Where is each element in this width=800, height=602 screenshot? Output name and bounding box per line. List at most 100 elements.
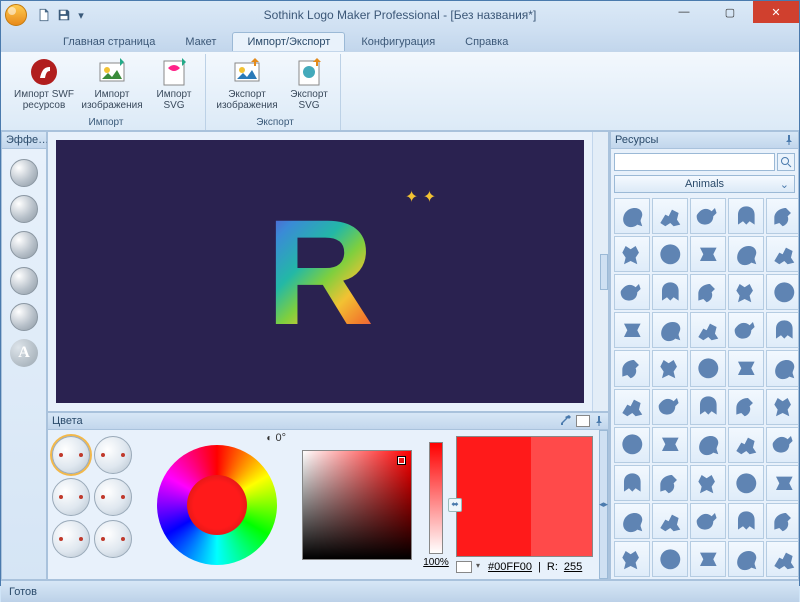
resource-item[interactable] — [728, 465, 764, 501]
color-dial-5[interactable] — [52, 520, 90, 558]
qat-dropdown-icon[interactable]: ▾ — [75, 6, 87, 24]
resource-item[interactable] — [652, 274, 688, 310]
resources-category-select[interactable]: Animals — [614, 175, 795, 193]
tab-home[interactable]: Главная страница — [49, 33, 169, 51]
resource-item[interactable] — [614, 465, 650, 501]
resource-item[interactable] — [766, 465, 798, 501]
color-dial-2[interactable] — [94, 436, 132, 474]
resource-item[interactable] — [652, 312, 688, 348]
resource-item[interactable] — [728, 236, 764, 272]
resource-item[interactable] — [766, 503, 798, 539]
save-icon[interactable] — [55, 6, 73, 24]
import-swf-button[interactable]: Импорт SWF ресурсов — [11, 54, 77, 116]
resource-item[interactable] — [614, 198, 650, 234]
saturation-value-box[interactable] — [302, 450, 412, 560]
resource-item[interactable] — [728, 503, 764, 539]
resource-item[interactable] — [652, 427, 688, 463]
pin-icon[interactable] — [784, 135, 794, 145]
resources-search-input[interactable] — [614, 153, 775, 171]
resource-item[interactable] — [614, 427, 650, 463]
canvas-collapse-handle[interactable] — [600, 254, 608, 290]
eyedropper-icon[interactable] — [558, 414, 572, 428]
resource-item[interactable] — [728, 541, 764, 577]
resource-item[interactable] — [614, 389, 650, 425]
effect-preset-3[interactable] — [10, 231, 38, 259]
new-file-icon[interactable] — [35, 6, 53, 24]
resource-item[interactable] — [690, 236, 726, 272]
import-image-button[interactable]: Импорт изображения — [79, 54, 145, 116]
colors-panel-header[interactable]: Цвета — [47, 412, 609, 430]
color-dial-1[interactable] — [52, 436, 90, 474]
link-colors-icon[interactable]: ⬌ — [448, 498, 462, 512]
current-color-chip[interactable] — [576, 415, 590, 427]
close-button[interactable]: ✕ — [753, 1, 799, 23]
effect-preset-5[interactable] — [10, 303, 38, 331]
tab-help[interactable]: Справка — [451, 33, 522, 51]
resource-item[interactable] — [766, 389, 798, 425]
resource-item[interactable] — [690, 541, 726, 577]
angle-indicator[interactable]: ◐ 0° — [266, 432, 286, 444]
resource-item[interactable] — [690, 503, 726, 539]
color-dial-3[interactable] — [52, 478, 90, 516]
resource-item[interactable] — [690, 350, 726, 386]
resource-item[interactable] — [652, 389, 688, 425]
resource-item[interactable] — [614, 236, 650, 272]
resource-item[interactable] — [728, 274, 764, 310]
resource-item[interactable] — [690, 465, 726, 501]
resource-item[interactable] — [614, 274, 650, 310]
opacity-value[interactable]: 100% — [423, 557, 449, 568]
tab-layout[interactable]: Макет — [171, 33, 230, 51]
export-svg-button[interactable]: Экспорт SVG — [282, 54, 336, 116]
opacity-slider[interactable] — [429, 442, 443, 554]
resource-item[interactable] — [690, 274, 726, 310]
effects-panel-header[interactable]: Эффе… — [1, 131, 47, 149]
resource-item[interactable] — [766, 312, 798, 348]
resource-item[interactable] — [766, 350, 798, 386]
resource-item[interactable] — [652, 236, 688, 272]
search-icon[interactable] — [777, 153, 795, 171]
resources-panel-header[interactable]: Ресурсы — [610, 131, 799, 149]
swatch-dropdown[interactable] — [456, 561, 472, 573]
resource-item[interactable] — [690, 312, 726, 348]
canvas[interactable]: R ✦ ✦ — [56, 140, 584, 403]
resource-item[interactable] — [652, 198, 688, 234]
effect-preset-4[interactable] — [10, 267, 38, 295]
resource-item[interactable] — [728, 389, 764, 425]
color-swatch[interactable] — [456, 436, 593, 557]
resource-item[interactable] — [766, 274, 798, 310]
maximize-button[interactable]: ▢ — [707, 1, 753, 23]
color-dial-4[interactable] — [94, 478, 132, 516]
hex-value[interactable]: #00FF00 — [488, 561, 532, 573]
minimize-button[interactable]: — — [661, 1, 707, 23]
resource-item[interactable] — [728, 350, 764, 386]
effect-preset-2[interactable] — [10, 195, 38, 223]
resource-item[interactable] — [614, 350, 650, 386]
tab-import-export[interactable]: Импорт/Экспорт — [232, 32, 345, 51]
resource-item[interactable] — [614, 503, 650, 539]
resource-item[interactable] — [652, 350, 688, 386]
colors-collapse-handle[interactable]: ◂▸ — [599, 430, 608, 579]
resource-item[interactable] — [766, 427, 798, 463]
resource-item[interactable] — [652, 503, 688, 539]
tab-config[interactable]: Конфигурация — [347, 33, 449, 51]
resource-item[interactable] — [614, 312, 650, 348]
color-wheel[interactable] — [157, 445, 277, 565]
resource-item[interactable] — [690, 198, 726, 234]
resource-item[interactable] — [728, 427, 764, 463]
resource-item[interactable] — [728, 312, 764, 348]
resource-item[interactable] — [652, 465, 688, 501]
effect-preset-1[interactable] — [10, 159, 38, 187]
r-value[interactable]: 255 — [564, 561, 582, 573]
effect-text-button[interactable]: A — [10, 339, 38, 367]
color-dial-6[interactable] — [94, 520, 132, 558]
import-svg-button[interactable]: Импорт SVG — [147, 54, 201, 116]
resource-item[interactable] — [614, 541, 650, 577]
resource-item[interactable] — [652, 541, 688, 577]
resource-item[interactable] — [766, 236, 798, 272]
canvas-artwork[interactable]: R — [266, 197, 374, 347]
resource-item[interactable] — [690, 389, 726, 425]
export-image-button[interactable]: Экспорт изображения — [214, 54, 280, 116]
pin-icon[interactable] — [594, 416, 604, 426]
resource-item[interactable] — [690, 427, 726, 463]
resource-item[interactable] — [728, 198, 764, 234]
